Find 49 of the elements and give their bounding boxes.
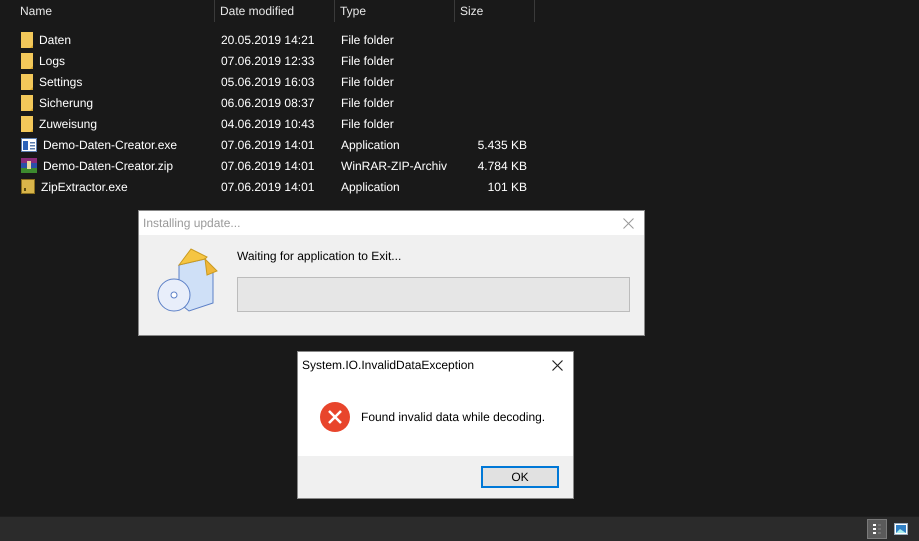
- file-name[interactable]: Daten: [39, 32, 72, 46]
- window-icon: [21, 138, 37, 152]
- file-name[interactable]: ZipExtractor.exe: [41, 180, 128, 194]
- file-name[interactable]: Zuweisung: [39, 116, 98, 130]
- dialog-title: Installing update...: [143, 216, 240, 230]
- file-name[interactable]: Sicherung: [39, 96, 94, 110]
- close-icon[interactable]: [552, 360, 563, 370]
- picture-icon: [894, 523, 908, 535]
- folder-icon: [21, 52, 33, 68]
- file-name[interactable]: Logs: [39, 54, 66, 68]
- date-cell-text: 20.05.2019 14:21: [220, 32, 316, 46]
- date-cell-text: 07.06.2019 14:01: [220, 158, 316, 172]
- date-cell-text: 07.06.2019 12:33: [220, 54, 316, 68]
- date-cell-text: 06.06.2019 08:37: [220, 96, 316, 110]
- type-cell-text: File folder: [340, 32, 395, 46]
- list-view-icon: [872, 523, 882, 535]
- type-cell-text: Application: [340, 138, 401, 152]
- size-cell: 5.435 KB: [478, 138, 527, 152]
- details-view-button[interactable]: [867, 519, 887, 539]
- type-cell-text: Application: [340, 180, 401, 194]
- file-name[interactable]: Settings: [39, 74, 82, 88]
- date-cell-text: 04.06.2019 10:43: [220, 116, 316, 130]
- date-cell-text: 07.06.2019 14:01: [220, 180, 316, 194]
- dialog-title: System.IO.InvalidDataException: [302, 358, 474, 372]
- folder-icon: [21, 94, 33, 110]
- column-header[interactable]: Type: [335, 0, 455, 22]
- folder-icon: [21, 116, 33, 132]
- date-cell-text: 05.06.2019 16:03: [220, 74, 316, 88]
- file-name[interactable]: Demo-Daten-Creator.zip: [43, 158, 174, 172]
- box-icon: [21, 179, 35, 194]
- type-cell-text: File folder: [340, 116, 395, 130]
- size-cell: 4.784 KB: [478, 158, 527, 172]
- error-icon: [320, 402, 350, 432]
- error-message: Found invalid data while decoding.: [361, 410, 546, 424]
- folder-icon: [21, 32, 33, 48]
- type-cell-text: File folder: [340, 96, 395, 110]
- folder-icon: [21, 74, 33, 90]
- archive-icon: [21, 158, 37, 173]
- size-cell: 101 KB: [488, 180, 527, 194]
- type-cell-text: WinRAR-ZIP-Archiv: [340, 158, 448, 172]
- ok-button[interactable]: OK: [481, 466, 559, 488]
- column-header[interactable]: Name: [0, 0, 215, 22]
- type-cell-text: File folder: [340, 74, 395, 88]
- type-cell-text: File folder: [340, 54, 395, 68]
- column-header[interactable]: Date modified: [215, 0, 335, 22]
- file-name[interactable]: Demo-Daten-Creator.exe: [43, 138, 178, 152]
- status-message: Waiting for application to Exit...: [237, 249, 402, 263]
- column-header[interactable]: Size: [455, 0, 535, 22]
- date-cell-text: 07.06.2019 14:01: [220, 138, 316, 152]
